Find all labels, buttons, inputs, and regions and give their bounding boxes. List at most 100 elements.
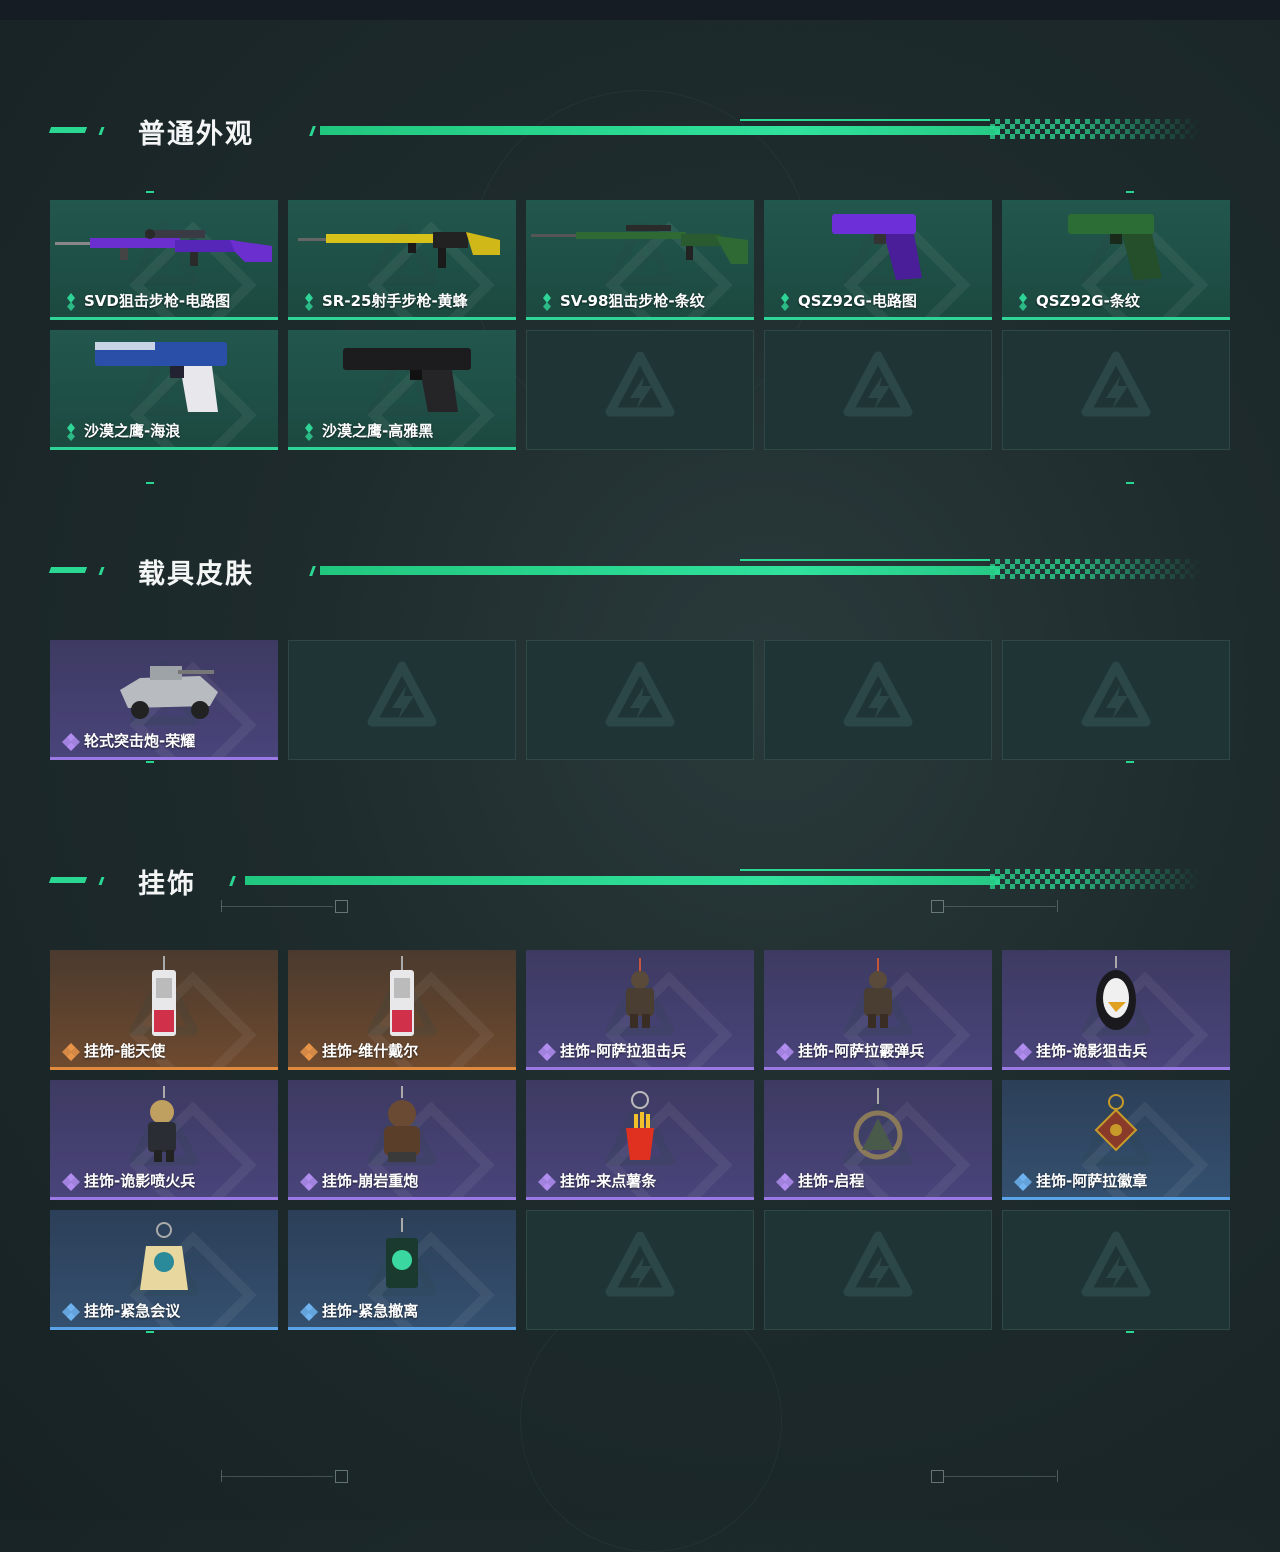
item-label: QSZ92G-电路图: [798, 292, 917, 310]
brand-watermark-icon: [1080, 660, 1152, 732]
item-card[interactable]: 挂饰-能天使: [50, 950, 278, 1070]
item-image: [1002, 950, 1230, 1045]
item-image: [1002, 200, 1230, 295]
frame-line: [944, 1476, 1056, 1477]
item-card[interactable]: 挂饰-紧急会议: [50, 1210, 278, 1330]
rarity-diamond-icon: [300, 293, 318, 311]
item-card[interactable]: 挂饰-崩岩重炮: [288, 1080, 516, 1200]
item-card[interactable]: QSZ92G-条纹: [1002, 200, 1230, 320]
item-image: [526, 200, 754, 295]
item-label: 挂饰-紧急撤离: [322, 1302, 419, 1320]
item-card[interactable]: 轮式突击炮-荣耀: [50, 640, 278, 760]
brand-watermark-icon: [366, 660, 438, 732]
grid-mark: [1126, 761, 1134, 763]
header-line: [320, 126, 1000, 135]
frame-tick: [1057, 1470, 1058, 1482]
empty-slot: [764, 640, 992, 760]
item-image: [1002, 1080, 1230, 1175]
item-card[interactable]: SR-25射手步枪-黄蜂: [288, 200, 516, 320]
top-bar: [0, 0, 1280, 20]
empty-slot: [1002, 1210, 1230, 1330]
frame-square: [335, 1470, 348, 1483]
item-image: [288, 950, 516, 1045]
item-card[interactable]: SVD狙击步枪-电路图: [50, 200, 278, 320]
item-label: 挂饰-诡影喷火兵: [84, 1172, 196, 1190]
item-image: [288, 200, 516, 295]
empty-slot: [288, 640, 516, 760]
item-image: [764, 1080, 992, 1175]
item-card[interactable]: 挂饰-阿萨拉狙击兵: [526, 950, 754, 1070]
rarity-diamond-icon: [538, 293, 556, 311]
item-card[interactable]: 挂饰-阿萨拉徽章: [1002, 1080, 1230, 1200]
rarity-diamond-icon: [1014, 1043, 1032, 1061]
item-card[interactable]: QSZ92G-电路图: [764, 200, 992, 320]
rarity-diamond-icon: [62, 293, 80, 311]
rarity-diamond-icon: [300, 1303, 318, 1321]
item-label: 挂饰-维什戴尔: [322, 1042, 419, 1060]
item-card[interactable]: 挂饰-诡影狙击兵: [1002, 950, 1230, 1070]
grid-mark: [1126, 482, 1134, 484]
section-header-charms: 挂饰: [0, 860, 1280, 900]
grid-mark: [146, 1331, 154, 1333]
brand-watermark-icon: [604, 660, 676, 732]
rarity-diamond-icon: [62, 1043, 80, 1061]
rarity-diamond-icon: [62, 1173, 80, 1191]
item-card[interactable]: 挂饰-紧急撤离: [288, 1210, 516, 1330]
header-slash: [309, 566, 316, 576]
header-accent-bar: [98, 567, 105, 575]
item-card[interactable]: 沙漠之鹰-海浪: [50, 330, 278, 450]
empty-slot: [764, 330, 992, 450]
item-image: [764, 200, 992, 295]
section-title: 载具皮肤: [138, 559, 254, 590]
grid-mark: [146, 191, 154, 193]
item-card[interactable]: 挂饰-来点薯条: [526, 1080, 754, 1200]
brand-watermark-icon: [1080, 1230, 1152, 1302]
item-image: [288, 330, 516, 425]
frame-square: [931, 900, 944, 913]
rarity-diamond-icon: [62, 1303, 80, 1321]
rarity-diamond-icon: [538, 1043, 556, 1061]
item-label: 挂饰-阿萨拉狙击兵: [560, 1042, 687, 1060]
item-card[interactable]: 挂饰-阿萨拉霰弹兵: [764, 950, 992, 1070]
item-label: 挂饰-诡影狙击兵: [1036, 1042, 1148, 1060]
brand-watermark-icon: [842, 660, 914, 732]
rarity-diamond-icon: [776, 1173, 794, 1191]
header-accent-bar: [48, 127, 88, 133]
rarity-diamond-icon: [1014, 293, 1032, 311]
rarity-diamond-icon: [538, 1173, 556, 1191]
item-label: 挂饰-紧急会议: [84, 1302, 181, 1320]
item-card[interactable]: 沙漠之鹰-高雅黑: [288, 330, 516, 450]
frame-line: [221, 1476, 333, 1477]
header-slash: [309, 126, 316, 136]
item-label: 挂饰-启程: [798, 1172, 865, 1190]
item-label: 挂饰-能天使: [84, 1042, 166, 1060]
header-accent-bar: [98, 877, 105, 885]
item-image: [50, 330, 278, 425]
item-image: [288, 1080, 516, 1175]
header-thin-line: [740, 559, 990, 561]
item-image: [50, 1210, 278, 1305]
item-label: 轮式突击炮-荣耀: [84, 732, 196, 750]
item-image: [50, 1080, 278, 1175]
brand-watermark-icon: [842, 1230, 914, 1302]
empty-slot: [526, 330, 754, 450]
frame-square: [931, 1470, 944, 1483]
item-card[interactable]: 挂饰-维什戴尔: [288, 950, 516, 1070]
section-header-appearance: 普通外观: [0, 110, 1280, 150]
empty-slot: [1002, 640, 1230, 760]
item-card[interactable]: 挂饰-诡影喷火兵: [50, 1080, 278, 1200]
header-checker-pattern: [990, 119, 1200, 139]
rarity-diamond-icon: [300, 423, 318, 441]
item-image: [50, 640, 278, 735]
item-label: 挂饰-阿萨拉霰弹兵: [798, 1042, 925, 1060]
section-title: 挂饰: [138, 869, 196, 900]
empty-slot: [526, 640, 754, 760]
item-card[interactable]: 挂饰-启程: [764, 1080, 992, 1200]
item-image: [526, 950, 754, 1045]
item-label: 沙漠之鹰-海浪: [84, 422, 181, 440]
item-card[interactable]: SV-98狙击步枪-条纹: [526, 200, 754, 320]
section-header-vehicle: 载具皮肤: [0, 550, 1280, 590]
header-checker-pattern: [990, 869, 1200, 889]
grid-mark: [146, 482, 154, 484]
rarity-diamond-icon: [1014, 1173, 1032, 1191]
